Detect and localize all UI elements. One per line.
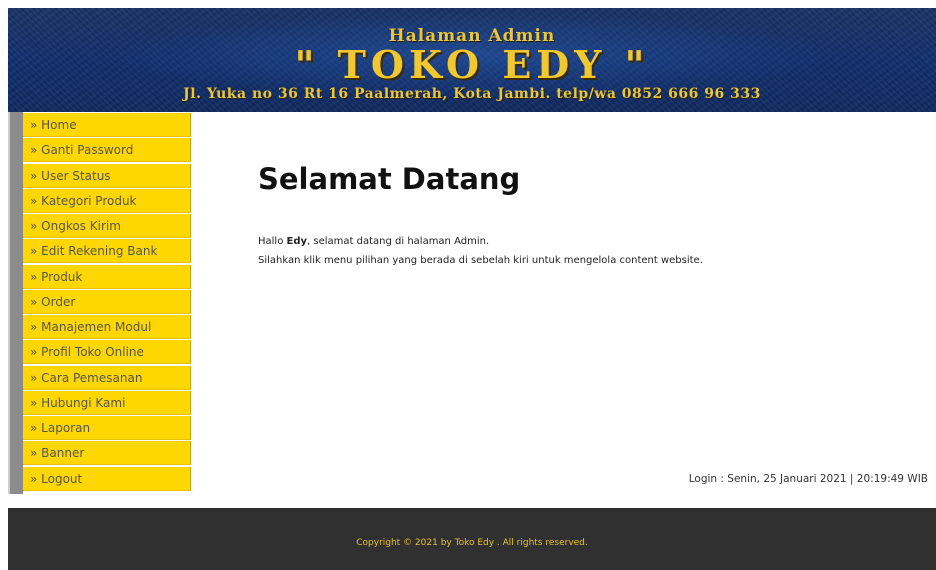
banner-address: Jl. Yuka no 36 Rt 16 Paalmerah, Kota Jam… [183,86,761,102]
banner-store-name: " TOKO EDY " [294,42,650,87]
sidebar-item-edit-rekening-bank[interactable]: » Edit Rekening Bank [23,239,191,264]
sidebar-item-banner[interactable]: » Banner [23,441,191,466]
greeting-prefix: Hallo [258,236,287,247]
admin-page: Halaman Admin " TOKO EDY " Jl. Yuka no 3… [8,8,936,570]
sidebar-item-ganti-password[interactable]: » Ganti Password [23,138,191,163]
sidebar-item-manajemen-modul[interactable]: » Manajemen Modul [23,315,191,340]
username: Edy [286,236,308,247]
sidebar-item-user-status[interactable]: » User Status [23,163,191,188]
welcome-message: Hallo Edy, selamat datang di halaman Adm… [258,232,703,270]
sidebar-item-produk[interactable]: » Produk [23,264,191,289]
sidebar-item-order[interactable]: » Order [23,289,191,314]
greeting-line: Hallo Edy, selamat datang di halaman Adm… [258,232,703,251]
sidebar-item-ongkos-kirim[interactable]: » Ongkos Kirim [23,214,191,239]
footer: Copyright © 2021 by Toko Edy . All right… [8,508,936,570]
sidebar-item-hubungi-kami[interactable]: » Hubungi Kami [23,390,191,415]
sidebar-item-logout[interactable]: » Logout [23,466,191,491]
header-banner: Halaman Admin " TOKO EDY " Jl. Yuka no 3… [8,8,936,112]
copyright-text: Copyright © 2021 by Toko Edy . All right… [356,538,588,548]
page-title: Selamat Datang [258,162,521,196]
login-timestamp: Login : Senin, 25 Januari 2021 | 20:19:4… [688,473,928,485]
sidebar-item-kategori-produk[interactable]: » Kategori Produk [23,188,191,213]
sidebar-edge [10,112,23,494]
sidebar-item-home[interactable]: » Home [23,113,191,137]
sidebar-item-profil-toko-online[interactable]: » Profil Toko Online [23,340,191,365]
main-content: Selamat Datang [258,162,520,196]
sidebar-menu: » Home » Ganti Password » User Status » … [23,113,191,492]
instruction-line: Silahkan klik menu pilihan yang berada d… [258,255,703,266]
greeting-suffix: , selamat datang di halaman Admin. [307,236,490,247]
sidebar-item-cara-pemesanan[interactable]: » Cara Pemesanan [23,365,191,390]
sidebar-item-laporan[interactable]: » Laporan [23,416,191,441]
